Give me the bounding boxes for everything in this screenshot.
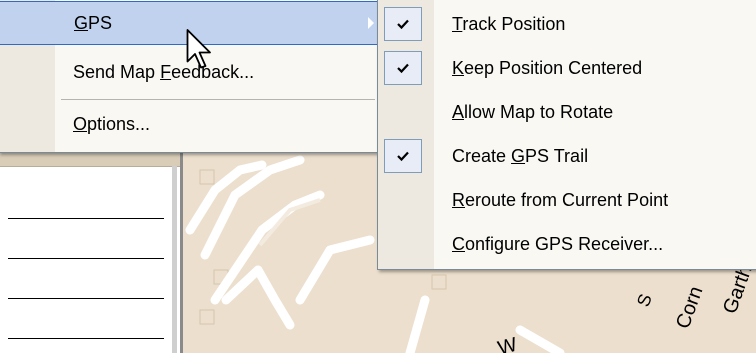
submenu-item-label: Configure GPS Receiver...: [452, 233, 664, 254]
panel-line: [8, 258, 164, 259]
submenu-arrow-icon: [368, 17, 374, 29]
panel-divider[interactable]: [172, 166, 177, 353]
submenu-item-allow-map-to-rotate[interactable]: Allow Map to Rotate: [378, 93, 756, 131]
mouse-cursor-icon: [186, 29, 211, 69]
menu-item-label: Options...: [73, 113, 151, 134]
check-icon: [384, 51, 422, 85]
menu-item-label: GPS: [74, 12, 113, 33]
submenu-item-track-position[interactable]: Track Position: [378, 5, 756, 43]
submenu-item-create-gps-trail[interactable]: Create GPS Trail: [378, 137, 756, 175]
menu-separator: [61, 99, 375, 100]
check-icon: [384, 7, 422, 41]
side-panel: [0, 150, 183, 353]
panel-line: [8, 338, 164, 339]
panel-line: [8, 298, 164, 299]
panel-line: [8, 218, 164, 219]
submenu-item-configure-gps-receiver[interactable]: Configure GPS Receiver...: [378, 225, 756, 263]
submenu-item-label: Track Position: [452, 13, 566, 34]
menu-item-label: Send Map Feedback...: [73, 61, 255, 82]
submenu-item-keep-position-centered[interactable]: Keep Position Centered: [378, 49, 756, 87]
main-menu: GPS Send Map Feedback... Options...: [0, 0, 380, 153]
submenu-item-label: Reroute from Current Point: [452, 189, 669, 210]
menu-item-options[interactable]: Options...: [0, 105, 379, 143]
submenu-item-reroute-from-current-point[interactable]: Reroute from Current Point: [378, 181, 756, 219]
submenu-item-label: Create GPS Trail: [452, 145, 589, 166]
gps-submenu: Track Position Keep Position Centered Al…: [377, 0, 756, 270]
submenu-item-label: Allow Map to Rotate: [452, 101, 614, 122]
check-icon: [384, 139, 422, 173]
submenu-item-label: Keep Position Centered: [452, 57, 643, 78]
